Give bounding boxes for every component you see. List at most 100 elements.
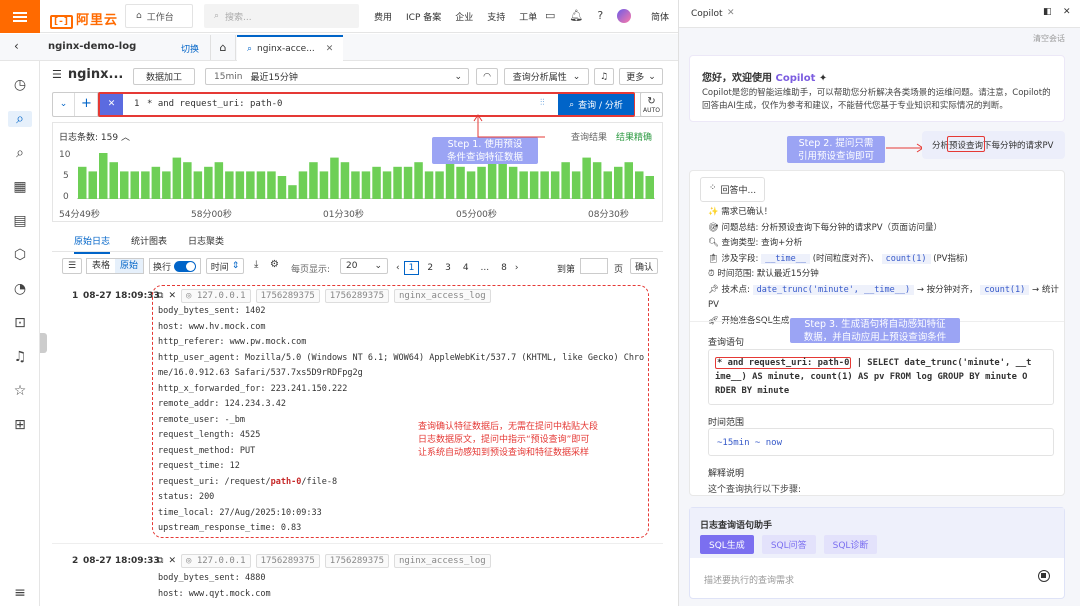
histogram-bar[interactable] [435, 171, 444, 199]
menu-icon[interactable] [0, 0, 40, 33]
data-process-button[interactable]: 数据加工 [133, 68, 195, 85]
histogram-bar[interactable] [477, 166, 486, 199]
query-submit-button[interactable]: ⌕ 查询 / 分析 [558, 94, 634, 115]
histogram-bar[interactable] [214, 162, 224, 199]
histogram-bar[interactable] [130, 171, 140, 199]
histogram-bar[interactable] [382, 171, 392, 199]
log-field[interactable]: host: www.hv.mock.com [158, 322, 644, 338]
histogram-bar[interactable] [88, 171, 98, 199]
histogram-bar[interactable] [109, 162, 119, 199]
field-value[interactable]: Mozilla/5.0 (Windows NT 6.1; WOW64) Appl… [240, 353, 644, 363]
histogram-bar[interactable] [540, 171, 549, 199]
table-view-button[interactable]: 表格 [87, 259, 115, 273]
field-value[interactable]: www.qyt.mock.com [184, 589, 271, 599]
tab-sql-qa[interactable]: SQL问答 [761, 535, 816, 554]
assistant-icon[interactable] [617, 9, 632, 23]
histogram-bar[interactable] [141, 171, 150, 199]
histogram-bar[interactable] [645, 176, 655, 199]
workbench-button[interactable]: ⌂ 工作台 [125, 4, 193, 28]
close-icon[interactable]: ✕ [727, 8, 735, 18]
histogram-bar[interactable] [225, 171, 234, 199]
page-2[interactable]: 2 [423, 263, 437, 273]
page-4[interactable]: 4 [459, 263, 473, 273]
report-icon[interactable]: ▤ [12, 213, 28, 229]
wrap-toggle[interactable]: 换行 [149, 258, 201, 274]
confirm-button[interactable]: 确认 [630, 258, 658, 274]
field-value[interactable]: 4880 [240, 573, 265, 583]
log-field[interactable]: time_local: 27/Aug/2025:10:09:33 [158, 508, 644, 524]
close-icon[interactable]: ✕ [326, 44, 334, 54]
histogram-bar[interactable] [508, 166, 518, 199]
histogram-bar[interactable] [456, 166, 465, 199]
time-sort-button[interactable]: 时间 ⇕ [206, 258, 244, 274]
auto-refresh-button[interactable]: ↻ AUTO [640, 92, 663, 117]
clear-session-link[interactable]: 清空会话 [1033, 33, 1065, 44]
histogram-bar[interactable] [445, 162, 455, 199]
nav-support[interactable]: 支持 [487, 10, 505, 23]
field-value[interactable]: www.pw.mock.com [225, 337, 307, 347]
tab-logstore[interactable]: ⌕ nginx-acce... ✕ [237, 35, 343, 61]
log-field[interactable]: body_bytes_sent: 1402 [158, 306, 644, 322]
time-range-select[interactable]: 15min 最近15分钟 ⌄ [205, 68, 469, 85]
page-1[interactable]: 1 [403, 261, 420, 275]
field-value[interactable]: 223.241.150.222 [265, 384, 348, 394]
histogram-bar[interactable] [624, 162, 634, 199]
log-field[interactable]: body_bytes_sent: 4880 [158, 573, 271, 589]
copilot-tab[interactable]: Copilot [691, 9, 723, 19]
log-field[interactable]: http_referer: www.pw.mock.com [158, 337, 644, 353]
histogram-bar[interactable] [151, 166, 161, 199]
field-value[interactable]: 1402 [240, 306, 265, 316]
copy-icon[interactable]: ⧉ [157, 556, 163, 566]
log-field[interactable]: request_uri: /request/path-0/file-8 [158, 477, 644, 493]
page-8[interactable]: 8 [497, 263, 511, 273]
field-value[interactable]: 124.234.3.42 [219, 399, 286, 409]
analysis-props-button[interactable]: 查询分析属性 ⌄ [504, 68, 589, 85]
nav-enterprise[interactable]: 企业 [455, 10, 473, 23]
user-icon[interactable]: ⊡ [12, 315, 28, 331]
histogram-bar[interactable] [529, 171, 539, 199]
raw-view-button[interactable]: 原始 [115, 259, 143, 273]
split-icon[interactable]: ◧ [1043, 7, 1052, 17]
help-icon[interactable]: ? [597, 9, 603, 23]
tab-cluster[interactable]: 日志聚类 [188, 234, 224, 247]
histogram-bar[interactable] [603, 171, 613, 199]
search-log-icon[interactable]: ⌕ [8, 111, 32, 127]
tag-topic[interactable]: nginx_access_log [393, 554, 491, 568]
histogram-bar[interactable] [193, 171, 203, 199]
bell-icon[interactable]: 🔔︎ [569, 9, 583, 23]
field-value[interactable]: /request/path-0/file-8 [219, 477, 338, 487]
histogram-bar[interactable] [204, 166, 213, 199]
next-icon[interactable]: › [515, 263, 519, 273]
field-value[interactable]: 0.83 [276, 523, 301, 533]
histogram-bar[interactable] [414, 162, 423, 199]
tag-time[interactable]: 1756289375 [324, 554, 389, 568]
back-icon[interactable]: ‹ [14, 39, 19, 53]
language-switch[interactable]: 简体 [651, 10, 669, 23]
field-value[interactable]: 27/Aug/2025:10:09:33 [214, 508, 321, 518]
histogram-bar[interactable] [309, 162, 318, 199]
log-field[interactable]: request_time: 12 [158, 461, 644, 477]
histogram-bar[interactable] [183, 162, 192, 199]
pie-icon[interactable]: ◔ [12, 281, 28, 297]
analysis-icon[interactable]: ⌕ [12, 145, 28, 161]
histogram-bar[interactable] [582, 157, 591, 199]
histogram-bar[interactable] [403, 166, 413, 199]
nav-ticket[interactable]: 工单 [519, 10, 537, 23]
gear-icon[interactable]: ⚙ [270, 259, 279, 270]
alert-bell-button[interactable]: ♫ [594, 68, 614, 85]
histogram-bar[interactable] [351, 171, 360, 199]
histogram-bar[interactable] [571, 171, 581, 199]
histogram-bar[interactable] [256, 171, 266, 199]
histogram-bar[interactable] [372, 166, 381, 199]
cube-icon[interactable]: ⬡ [12, 247, 28, 263]
log-field[interactable]: http_x_forwarded_for: 223.241.150.222 [158, 384, 644, 400]
histogram-bar[interactable] [298, 171, 308, 199]
page-3[interactable]: 3 [441, 263, 455, 273]
ai-wand-icon[interactable]: ✕ [100, 94, 123, 115]
histogram-bar[interactable] [172, 157, 182, 199]
download-icon[interactable]: ⤓ [254, 259, 258, 270]
log-field[interactable]: remote_addr: 124.234.3.42 [158, 399, 644, 415]
histogram-bar[interactable] [635, 171, 644, 199]
nav-cost[interactable]: 费用 [374, 10, 392, 23]
field-value[interactable]: 12 [225, 461, 240, 471]
